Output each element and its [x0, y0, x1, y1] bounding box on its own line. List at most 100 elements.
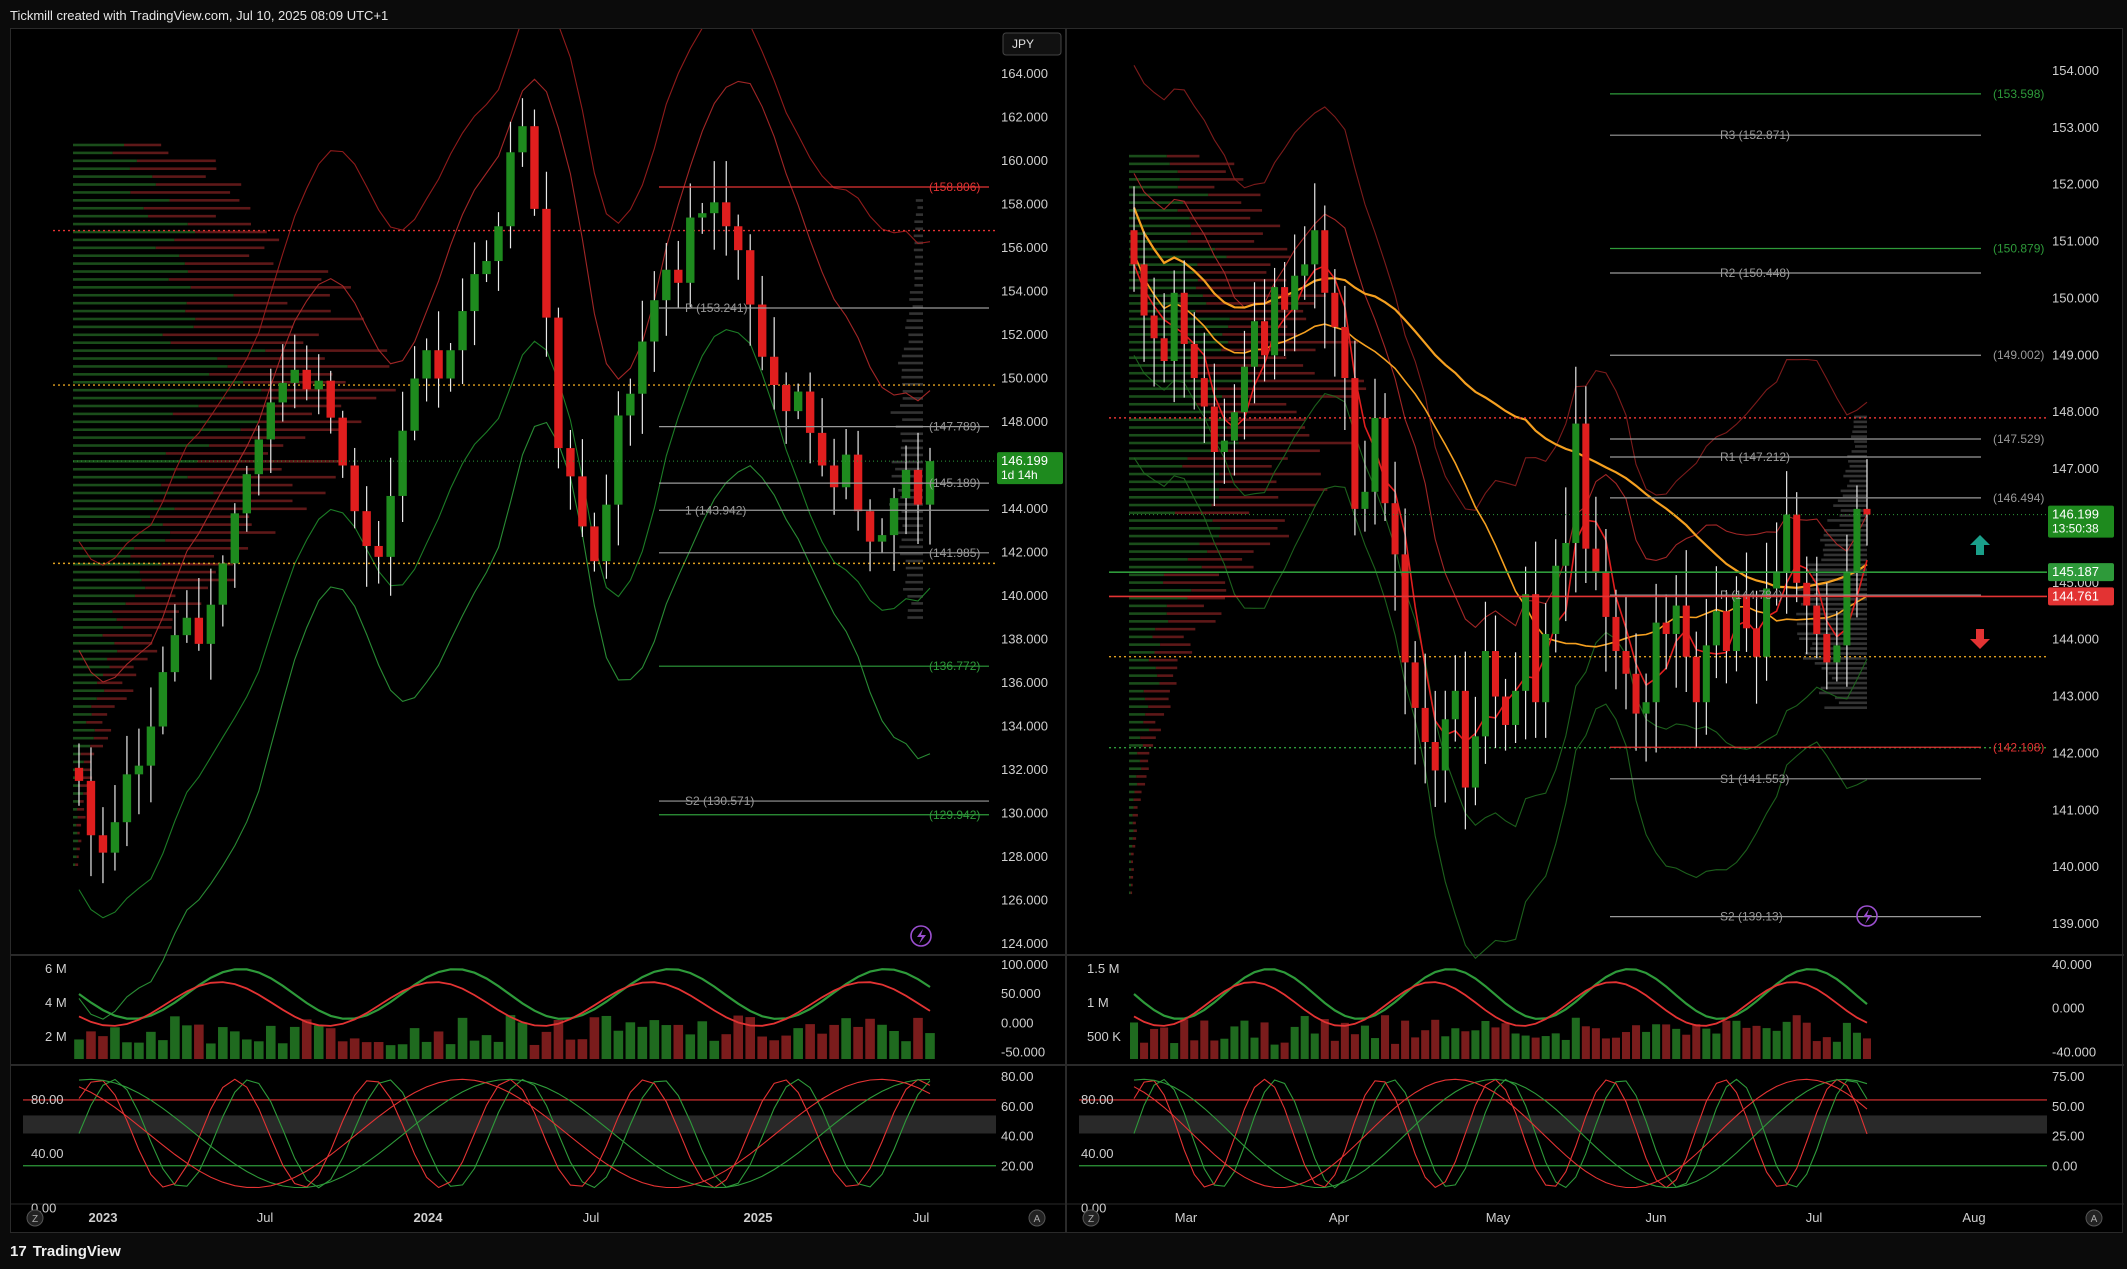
volume-profile-bar [73, 594, 135, 598]
volume-profile-bar [1166, 154, 1200, 158]
weekly-chart-svg[interactable]: (158.806) P (153.241) (147.789) (145.189) 1 … [11, 29, 1067, 1234]
right-volume-profile-bar [907, 609, 923, 612]
volume-profile-bar [1129, 464, 1183, 468]
price-axis-tick: 126.000 [1001, 893, 1048, 908]
volume-profile-bar [73, 673, 103, 677]
right-volume-profile-bar [1812, 573, 1867, 576]
volume-bar [649, 1020, 660, 1059]
volume-bar [1491, 1027, 1500, 1059]
candle-body [1481, 651, 1489, 737]
volume-profile-bar [1219, 534, 1289, 538]
right-volume-profile-bar [1840, 489, 1867, 493]
volume-profile-bar [1160, 643, 1191, 646]
right-volume-profile-bar [1799, 637, 1867, 641]
last-price-countdown: 13:50:38 [2052, 522, 2099, 536]
volume-profile-bar [1155, 666, 1178, 670]
stochastic-axis-tick: 50.00 [2052, 1099, 2085, 1114]
volume-bar [1370, 1038, 1380, 1059]
volume-profile-bar [1136, 775, 1147, 778]
volume-bar [1160, 1027, 1169, 1059]
volume-bar [1561, 1039, 1570, 1059]
volume-bar [517, 1022, 528, 1059]
volume-profile-bar [161, 483, 293, 487]
candle-body [1672, 605, 1680, 634]
volume-profile-bar [1129, 798, 1134, 802]
right-volume-profile-bar [1833, 504, 1867, 507]
volume-profile-bar [73, 412, 173, 416]
right-volume-profile-bar [907, 616, 923, 619]
price-axis-tick: 128.000 [1001, 849, 1048, 864]
volume-bar [697, 1021, 708, 1059]
candle-body [1210, 406, 1218, 453]
candle-body [254, 439, 263, 475]
right-volume-profile-bar [1838, 701, 1867, 705]
volume-profile-bar [1129, 868, 1132, 871]
right-volume-profile-bar [908, 333, 923, 337]
price-axis-tick: 150.000 [1001, 371, 1048, 386]
volume-bar [146, 1031, 156, 1059]
time-axis-tick: Mar [1175, 1210, 1198, 1225]
candle-body [686, 217, 695, 283]
volume-profile-bar [73, 467, 175, 471]
right-volume-profile-bar [905, 326, 923, 330]
volume-bar [1140, 1042, 1149, 1059]
candle-body [1311, 230, 1319, 265]
volume-profile-bar [73, 444, 210, 447]
candle-body [566, 448, 575, 477]
right-volume-profile-bar [914, 284, 923, 287]
candle-body [530, 126, 539, 209]
volume-profile-bar [83, 768, 91, 772]
pivot-level-label: (129.942) [929, 808, 980, 822]
right-volume-profile-bar [901, 375, 923, 379]
stochastic-axis-tick: 75.00 [2052, 1069, 2085, 1084]
volume-profile-bar [73, 847, 77, 851]
volume-profile-bar [1222, 333, 1297, 336]
volume-bar [230, 1031, 240, 1059]
daily-chart-panel[interactable]: (153.598) R3 (152.871) (150.879) R2 (150.44… [1066, 28, 2124, 1234]
volume-profile-bar [1129, 457, 1188, 460]
price-axis-tick: 162.000 [1001, 110, 1048, 125]
volume-profile-bar [1129, 651, 1155, 654]
volume-bar [1280, 1042, 1289, 1059]
volume-profile-bar [213, 491, 326, 495]
right-volume-profile-bar [899, 545, 923, 549]
volume-bar [1822, 1037, 1831, 1059]
volume-profile-bar [1129, 713, 1146, 716]
volume-bar [313, 1025, 324, 1059]
volume-bar [433, 1031, 444, 1059]
volume-profile-bar [1129, 744, 1143, 747]
candle-body [746, 250, 755, 305]
daily-chart-svg[interactable]: (153.598) R3 (152.871) (150.879) R2 (150.44… [1067, 29, 2124, 1234]
volume-bar [1581, 1026, 1590, 1059]
volume-bar [1722, 1020, 1731, 1059]
volume-profile-bar [1129, 860, 1132, 864]
pivot-level-label: (141.985) [929, 546, 980, 560]
volume-profile-bar [1129, 286, 1197, 290]
right-volume-profile-bar [914, 276, 923, 280]
volume-bar [1591, 1028, 1600, 1059]
volume-profile-bar [165, 539, 232, 542]
volume-profile-bar [1129, 728, 1150, 732]
weekly-chart-panel[interactable]: (158.806) P (153.241) (147.789) (145.189) 1 … [10, 28, 1067, 1234]
volume-profile-bar [73, 863, 76, 867]
pivot-level-label: (145.189) [929, 476, 980, 490]
tradingview-logo-icon: 17 [10, 1243, 27, 1260]
candle-body [350, 465, 359, 512]
right-volume-profile-bar [903, 347, 923, 351]
volume-profile-bar [73, 262, 185, 265]
volume-profile-bar [1129, 589, 1192, 592]
volume-profile-bar [1129, 364, 1192, 367]
volume-bar [1541, 1036, 1550, 1059]
candle-body [734, 226, 743, 251]
price-axis-tick: 140.000 [1001, 588, 1048, 603]
volume-profile-bar [123, 626, 172, 629]
volume-bar [182, 1025, 192, 1059]
volume-profile-bar [73, 657, 108, 661]
volume-bar [110, 1027, 120, 1059]
candle-body [302, 369, 311, 390]
tradingview-logo[interactable]: 17 TradingView [10, 1243, 121, 1260]
volume-profile-bar [1187, 596, 1225, 600]
candle-body [1250, 321, 1259, 367]
right-volume-profile-bar [905, 580, 923, 584]
price-axis-tick: 147.000 [2052, 461, 2099, 476]
